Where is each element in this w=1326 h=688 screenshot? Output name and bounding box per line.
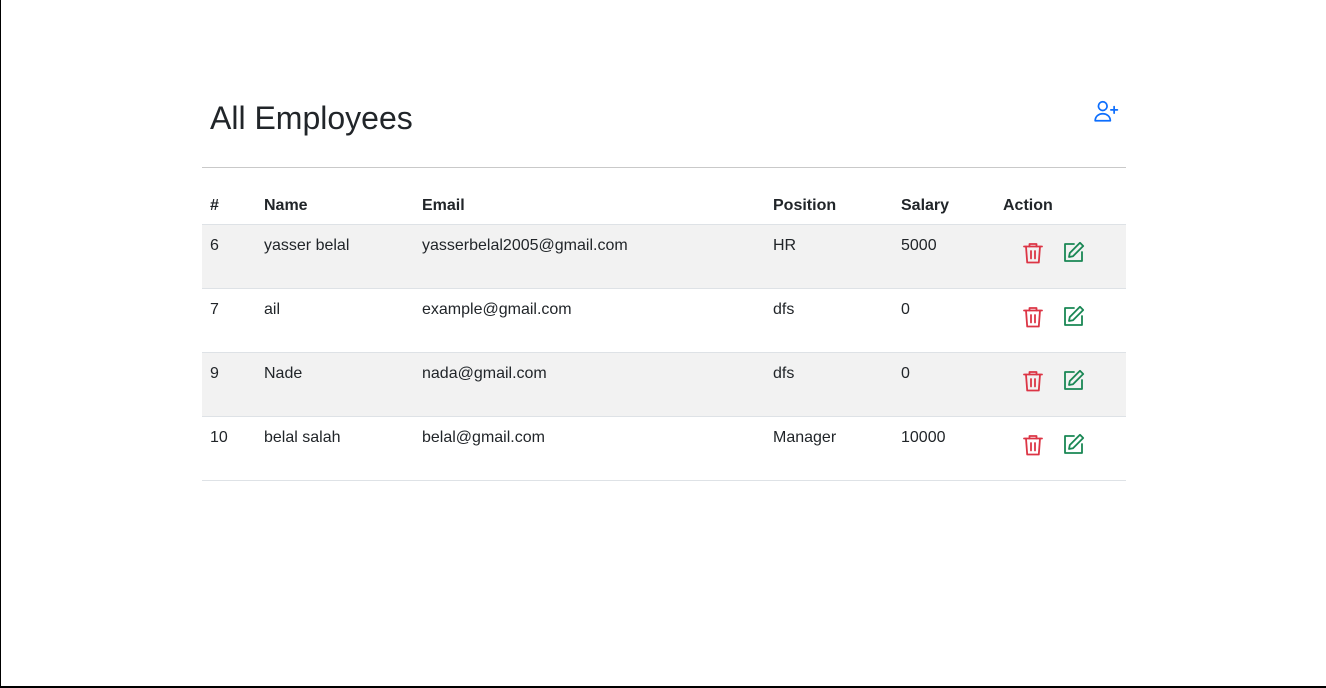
cell-actions <box>995 352 1126 417</box>
column-header-name: Name <box>256 188 414 225</box>
cell-email: example@gmail.com <box>414 288 765 353</box>
table-header-row: # Name Email Position Salary Action <box>202 188 1126 225</box>
employees-table: # Name Email Position Salary Action 6 ya… <box>202 188 1126 481</box>
cell-name: ail <box>256 288 414 353</box>
cell-email: belal@gmail.com <box>414 416 765 481</box>
trash-icon[interactable] <box>1021 369 1045 393</box>
edit-icon[interactable] <box>1061 241 1085 265</box>
cell-actions <box>995 288 1126 353</box>
trash-icon[interactable] <box>1021 241 1045 265</box>
window-border-left <box>0 0 1 688</box>
table-row: 10 belal salah belal@gmail.com Manager 1… <box>202 416 1126 481</box>
trash-icon[interactable] <box>1021 433 1045 457</box>
cell-id: 10 <box>202 416 256 481</box>
cell-salary: 5000 <box>893 224 995 289</box>
edit-icon[interactable] <box>1061 369 1085 393</box>
table-row: 6 yasser belal yasserbelal2005@gmail.com… <box>202 224 1126 289</box>
cell-id: 6 <box>202 224 256 289</box>
column-header-salary: Salary <box>893 188 995 225</box>
employees-panel: All Employees # Name Email Position Sala… <box>202 0 1126 481</box>
column-header-email: Email <box>414 188 765 225</box>
column-header-id: # <box>202 188 256 225</box>
cell-name: Nade <box>256 352 414 417</box>
cell-position: HR <box>765 224 893 289</box>
cell-name: yasser belal <box>256 224 414 289</box>
column-header-position: Position <box>765 188 893 225</box>
cell-id: 7 <box>202 288 256 353</box>
cell-position: dfs <box>765 288 893 353</box>
person-plus-icon <box>1093 98 1119 127</box>
add-employee-button[interactable] <box>1092 98 1120 126</box>
cell-salary: 10000 <box>893 416 995 481</box>
cell-id: 9 <box>202 352 256 417</box>
page-header: All Employees <box>202 0 1126 168</box>
cell-salary: 0 <box>893 288 995 353</box>
table-row: 7 ail example@gmail.com dfs 0 <box>202 288 1126 353</box>
column-header-action: Action <box>995 188 1126 225</box>
cell-position: Manager <box>765 416 893 481</box>
cell-actions <box>995 224 1126 289</box>
cell-salary: 0 <box>893 352 995 417</box>
cell-actions <box>995 416 1126 481</box>
cell-email: yasserbelal2005@gmail.com <box>414 224 765 289</box>
edit-icon[interactable] <box>1061 305 1085 329</box>
cell-name: belal salah <box>256 416 414 481</box>
cell-email: nada@gmail.com <box>414 352 765 417</box>
trash-icon[interactable] <box>1021 305 1045 329</box>
cell-position: dfs <box>765 352 893 417</box>
table-row: 9 Nade nada@gmail.com dfs 0 <box>202 352 1126 417</box>
page-title: All Employees <box>210 100 413 136</box>
edit-icon[interactable] <box>1061 433 1085 457</box>
